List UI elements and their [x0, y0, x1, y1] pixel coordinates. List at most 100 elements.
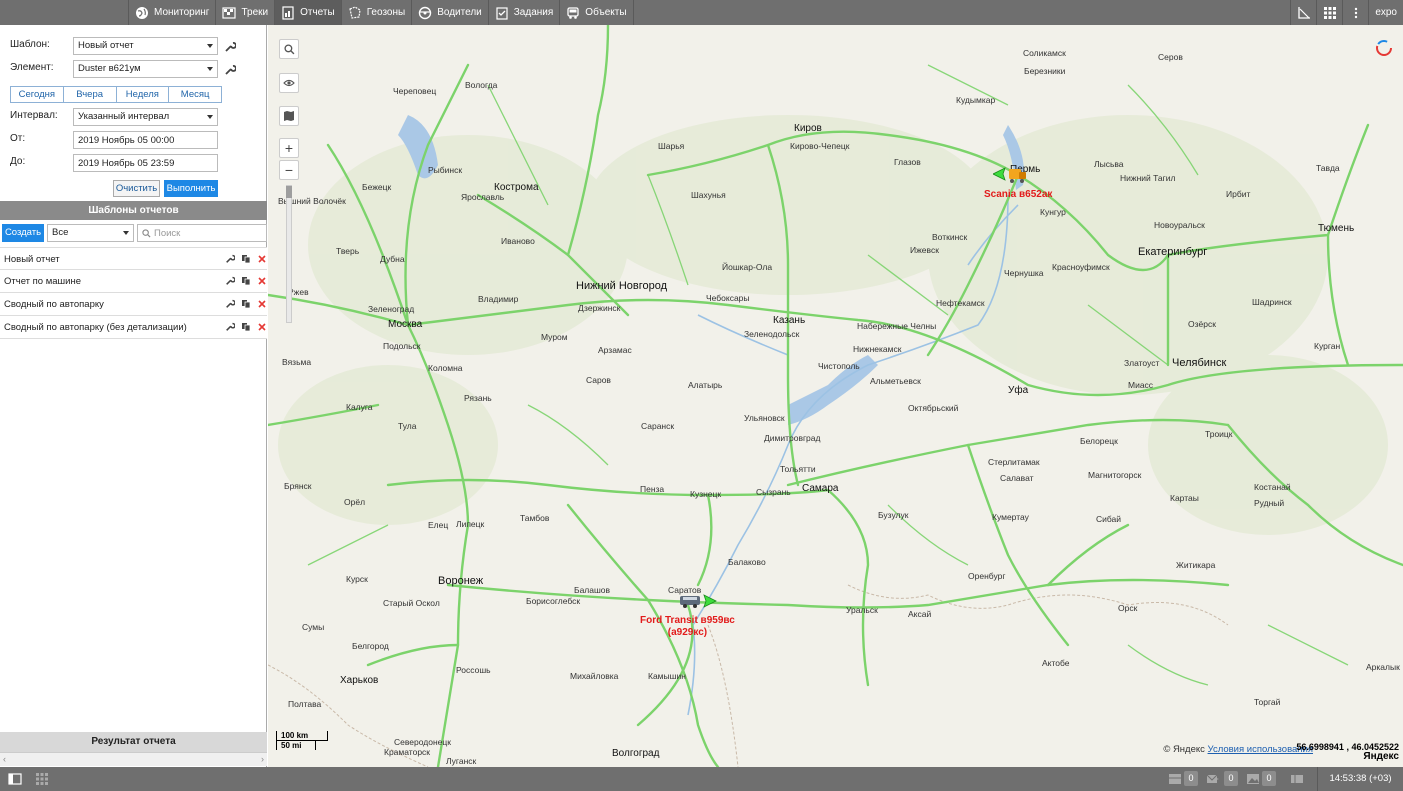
- city-label: Белгород: [352, 641, 389, 651]
- element-select[interactable]: Duster в621ум: [73, 60, 218, 78]
- vehicle-icon: [567, 6, 579, 19]
- template-item-label: Сводный по автопарку (без детализации): [4, 322, 187, 333]
- images-icon[interactable]: [1246, 772, 1260, 786]
- period-month[interactable]: Месяц: [169, 87, 221, 102]
- map-layers-button[interactable]: [279, 106, 299, 126]
- period-yesterday[interactable]: Вчера: [63, 87, 117, 102]
- wrench-icon[interactable]: [224, 41, 236, 53]
- city-label: Алатырь: [688, 380, 723, 390]
- template-item[interactable]: Сводный по автопарку (без детализации): [0, 316, 267, 339]
- city-label: Тавда: [1316, 163, 1340, 173]
- nav-objects[interactable]: Объекты: [559, 0, 634, 25]
- zoom-in-button[interactable]: +: [279, 138, 299, 158]
- wrench-icon[interactable]: [224, 64, 236, 76]
- map-visibility-button[interactable]: [279, 73, 299, 93]
- from-datetime-input[interactable]: 2019 Ноябрь 05 00:00: [73, 131, 218, 149]
- city-label: Зеленодольск: [744, 329, 800, 339]
- city-label: Саров: [586, 375, 611, 385]
- delete-icon[interactable]: [257, 299, 267, 309]
- more-button[interactable]: [1342, 0, 1368, 25]
- vehicle-marker-scania[interactable]: [992, 165, 1029, 185]
- copy-icon[interactable]: [241, 322, 251, 332]
- copy-icon[interactable]: [241, 276, 251, 286]
- city-label: Орёл: [344, 497, 366, 507]
- city-label: Рудный: [1254, 498, 1285, 508]
- template-search-input[interactable]: Поиск: [137, 224, 267, 242]
- nav-tasks[interactable]: Задания: [487, 0, 560, 25]
- period-week[interactable]: Неделя: [116, 87, 170, 102]
- city-label: Йошкар-Ола: [722, 262, 773, 272]
- wrench-icon[interactable]: [225, 254, 235, 264]
- city-label: Волгоград: [612, 748, 660, 759]
- zoom-slider[interactable]: [286, 185, 292, 323]
- copy-icon[interactable]: [241, 299, 251, 309]
- wrench-icon[interactable]: [225, 276, 235, 286]
- delete-icon[interactable]: [257, 254, 267, 264]
- apps-grid-icon: [1323, 6, 1336, 19]
- interval-select[interactable]: Указанный интервал: [73, 108, 218, 126]
- template-item[interactable]: Сводный по автопарку: [0, 293, 267, 316]
- scroll-right-icon[interactable]: ›: [261, 754, 264, 764]
- delete-icon[interactable]: [257, 322, 267, 332]
- run-button[interactable]: Выполнить: [164, 180, 218, 197]
- clear-button[interactable]: Очистить: [113, 180, 160, 197]
- city-label: Уральск: [846, 605, 878, 615]
- bottom-status-bar: 0 0 0 14:53:38 (+03): [0, 767, 1403, 791]
- nav-reports[interactable]: Отчеты: [274, 0, 341, 25]
- nav-geozones[interactable]: Геозоны: [340, 0, 412, 25]
- create-template-button[interactable]: Создать: [2, 224, 44, 242]
- city-label: Озёрск: [1188, 319, 1216, 329]
- copy-icon[interactable]: [241, 254, 251, 264]
- period-today[interactable]: Сегодня: [11, 87, 64, 102]
- nav-monitoring[interactable]: Мониторинг: [128, 0, 215, 25]
- wrench-icon[interactable]: [225, 299, 235, 309]
- city-label: Картаы: [1170, 493, 1199, 503]
- template-filter-select[interactable]: Все: [47, 224, 134, 242]
- grid-view-icon[interactable]: [35, 772, 49, 786]
- city-label: Саранск: [641, 421, 675, 431]
- delete-icon[interactable]: [257, 276, 267, 286]
- element-label: Элемент:: [10, 62, 54, 73]
- compass-logo-icon: [1376, 40, 1392, 56]
- city-label: Владимир: [478, 294, 519, 304]
- user-name[interactable]: expo: [1368, 0, 1403, 25]
- scroll-left-icon[interactable]: ‹: [3, 754, 6, 764]
- map-view[interactable]: Соликамск Березники Серов Череповец Воло…: [268, 25, 1403, 767]
- city-label: Иваново: [501, 236, 535, 246]
- zoom-slider-handle[interactable]: [286, 186, 292, 198]
- city-label: Полтава: [288, 699, 322, 709]
- apps-button[interactable]: [1316, 0, 1342, 25]
- city-label: Сызрань: [756, 487, 791, 497]
- city-label: Бежецк: [362, 182, 392, 192]
- panel-toggle-icon[interactable]: [8, 772, 22, 786]
- template-item[interactable]: Отчет по машине: [0, 270, 267, 293]
- template-item[interactable]: Новый отчет: [0, 247, 267, 270]
- zoom-out-button[interactable]: −: [279, 160, 299, 180]
- city-label: Белорецк: [1080, 436, 1118, 446]
- template-actions: [221, 316, 267, 339]
- truck-icon: [992, 167, 1026, 183]
- messages-count: 0: [1224, 771, 1238, 786]
- notifications-icon[interactable]: [1168, 772, 1182, 786]
- city-label: Брянск: [284, 481, 312, 491]
- map-base-layer: [268, 25, 1403, 767]
- vehicle-marker-ford[interactable]: [678, 591, 720, 611]
- list-view-icon[interactable]: [1290, 772, 1304, 786]
- city-label: Вологда: [465, 80, 498, 90]
- nav-drivers-label: Водители: [437, 7, 482, 18]
- ruler-button[interactable]: [1290, 0, 1316, 25]
- city-label: Дубна: [380, 254, 405, 264]
- interval-label: Интервал:: [10, 110, 58, 121]
- map-scale: 100 km 50 mi: [276, 731, 328, 750]
- map-search-button[interactable]: [279, 39, 299, 59]
- city-label: Златоуст: [1124, 358, 1160, 368]
- horizontal-scrollbar[interactable]: ‹ ›: [0, 752, 267, 766]
- template-select[interactable]: Новый отчет: [73, 37, 218, 55]
- notifications-count: 0: [1184, 771, 1198, 786]
- nav-drivers[interactable]: Водители: [411, 0, 488, 25]
- nav-tracks[interactable]: Треки: [215, 0, 274, 25]
- wrench-icon[interactable]: [225, 322, 235, 332]
- to-datetime-input[interactable]: 2019 Ноябрь 05 23:59: [73, 154, 218, 172]
- city-label: Елец: [428, 520, 449, 530]
- messages-icon[interactable]: [1206, 772, 1220, 786]
